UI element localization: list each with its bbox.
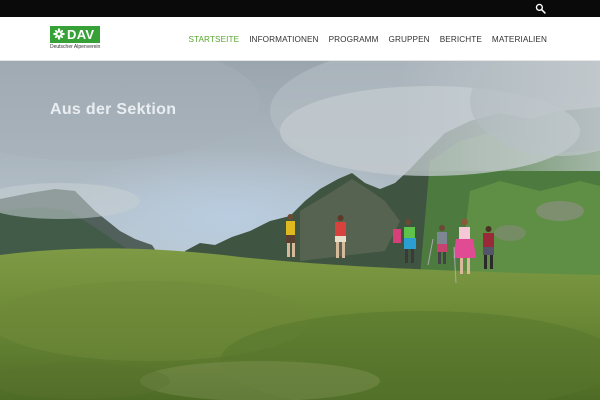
main-navigation: STARTSEITE INFORMATIONEN PROGRAMM GRUPPE… (188, 17, 547, 61)
nav-item-startseite[interactable]: STARTSEITE (188, 35, 239, 44)
edelweiss-icon (53, 28, 65, 40)
nav-item-programm[interactable]: PROGRAMM (329, 35, 379, 44)
search-icon[interactable] (535, 3, 546, 14)
nav-item-berichte[interactable]: BERICHTE (440, 35, 482, 44)
nav-item-informationen[interactable]: INFORMATIONEN (249, 35, 318, 44)
dav-logo[interactable]: DAV Deutscher Alpenverein (50, 26, 100, 52)
logo-subtitle: Deutscher Alpenverein (50, 44, 101, 50)
nav-item-materialien[interactable]: MATERIALIEN (492, 35, 547, 44)
logo-badge: DAV (50, 26, 100, 43)
hero-banner: Aus der Sektion (0, 61, 600, 400)
logo-brand: DAV (67, 27, 95, 42)
top-bar (0, 0, 600, 17)
nav-item-gruppen[interactable]: GRUPPEN (389, 35, 430, 44)
hero-title: Aus der Sektion (50, 101, 177, 118)
site-header: DAV Deutscher Alpenverein STARTSEITE INF… (0, 17, 600, 61)
